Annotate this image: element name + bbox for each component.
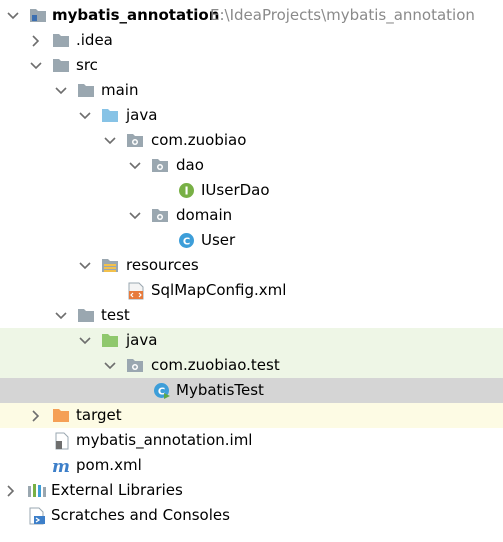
tree-node-scratches[interactable]: Scratches and Consoles: [0, 503, 503, 528]
tree-node-iuserdao[interactable]: I IUserDao: [0, 178, 503, 203]
chevron-down-icon[interactable]: [103, 353, 117, 378]
project-folder-icon: [29, 3, 47, 28]
tree-node-label: target: [76, 406, 122, 424]
test-class-icon: C: [153, 378, 171, 403]
folder-icon: [77, 78, 95, 103]
tree-node-package-com-zuobiao-test[interactable]: com.zuobiao.test: [0, 353, 503, 378]
chevron-down-icon[interactable]: [29, 53, 43, 78]
folder-icon: [52, 53, 70, 78]
package-icon: [151, 153, 169, 178]
tree-node-label: resources: [126, 256, 199, 274]
chevron-right-icon[interactable]: [29, 28, 43, 53]
chevron-down-icon[interactable]: [128, 153, 142, 178]
chevron-down-icon[interactable]: [6, 3, 20, 28]
chevron-down-icon[interactable]: [78, 103, 92, 128]
tree-node-label: java: [126, 106, 158, 124]
chevron-down-icon[interactable]: [78, 328, 92, 353]
tree-node-project-root[interactable]: mybatis_annotation E:\IdeaProjects\mybat…: [0, 3, 503, 28]
interface-icon: I: [178, 178, 195, 203]
svg-text:m: m: [52, 457, 70, 475]
tree-node-label: com.zuobiao.test: [151, 356, 280, 374]
tree-node-resources[interactable]: resources: [0, 253, 503, 278]
tree-node-label: SqlMapConfig.xml: [151, 281, 287, 299]
package-icon: [151, 203, 169, 228]
folder-icon: [52, 28, 70, 53]
tree-node-target[interactable]: target: [0, 403, 503, 428]
project-name: mybatis_annotation: [52, 6, 220, 24]
tree-node-label: java: [126, 331, 158, 349]
maven-pom-icon: m: [52, 453, 72, 478]
xml-file-icon: [128, 278, 144, 303]
tree-node-label: main: [101, 81, 139, 99]
project-tree[interactable]: mybatis_annotation E:\IdeaProjects\mybat…: [0, 0, 503, 542]
tree-node-label: com.zuobiao: [151, 131, 247, 149]
tree-node-label: test: [101, 306, 130, 324]
chevron-down-icon[interactable]: [54, 78, 68, 103]
svg-text:C: C: [183, 237, 190, 248]
tree-node-label: pom.xml: [76, 456, 142, 474]
tree-node-label: mybatis_annotation.iml: [76, 431, 253, 449]
tree-node-label: .idea: [76, 31, 113, 49]
project-path: E:\IdeaProjects\mybatis_annotation: [210, 6, 475, 24]
excluded-folder-icon: [52, 403, 70, 428]
tree-node-label: domain: [176, 206, 233, 224]
tree-node-label: dao: [176, 156, 204, 174]
chevron-down-icon[interactable]: [103, 128, 117, 153]
iml-file-icon: [54, 428, 70, 453]
tree-node-package-com-zuobiao[interactable]: com.zuobiao: [0, 128, 503, 153]
chevron-down-icon[interactable]: [54, 303, 68, 328]
chevron-down-icon[interactable]: [78, 253, 92, 278]
tree-node-test-java[interactable]: java: [0, 328, 503, 353]
chevron-down-icon[interactable]: [128, 203, 142, 228]
tree-node-label: IUserDao: [201, 181, 270, 199]
test-source-root-folder-icon: [101, 328, 119, 353]
tree-node-main-java[interactable]: java: [0, 103, 503, 128]
tree-node-label: External Libraries: [51, 481, 183, 499]
source-root-folder-icon: [101, 103, 119, 128]
package-icon: [126, 353, 144, 378]
svg-text:I: I: [184, 185, 188, 198]
tree-node-test[interactable]: test: [0, 303, 503, 328]
tree-node-pom[interactable]: m pom.xml: [0, 453, 503, 478]
folder-icon: [77, 303, 95, 328]
class-icon: C: [178, 228, 195, 253]
tree-node-package-dao[interactable]: dao: [0, 153, 503, 178]
tree-node-label: User: [201, 231, 236, 249]
tree-node-src[interactable]: src: [0, 53, 503, 78]
tree-node-package-domain[interactable]: domain: [0, 203, 503, 228]
tree-node-label: MybatisTest: [176, 381, 264, 399]
tree-node-mybatistest[interactable]: C MybatisTest: [0, 378, 503, 403]
tree-node-main[interactable]: main: [0, 78, 503, 103]
chevron-right-icon[interactable]: [4, 478, 18, 503]
chevron-right-icon[interactable]: [29, 403, 43, 428]
tree-node-label: src: [76, 56, 98, 74]
tree-node-user[interactable]: C User: [0, 228, 503, 253]
tree-node-external-libraries[interactable]: External Libraries: [0, 478, 503, 503]
external-libraries-icon: [27, 478, 47, 503]
tree-node-iml-file[interactable]: mybatis_annotation.iml: [0, 428, 503, 453]
tree-node-idea[interactable]: .idea: [0, 28, 503, 53]
package-icon: [126, 128, 144, 153]
scratches-icon: [28, 503, 46, 528]
tree-node-sqlmapconfig[interactable]: SqlMapConfig.xml: [0, 278, 503, 303]
resources-folder-icon: [101, 253, 119, 278]
tree-node-label: Scratches and Consoles: [51, 506, 230, 524]
